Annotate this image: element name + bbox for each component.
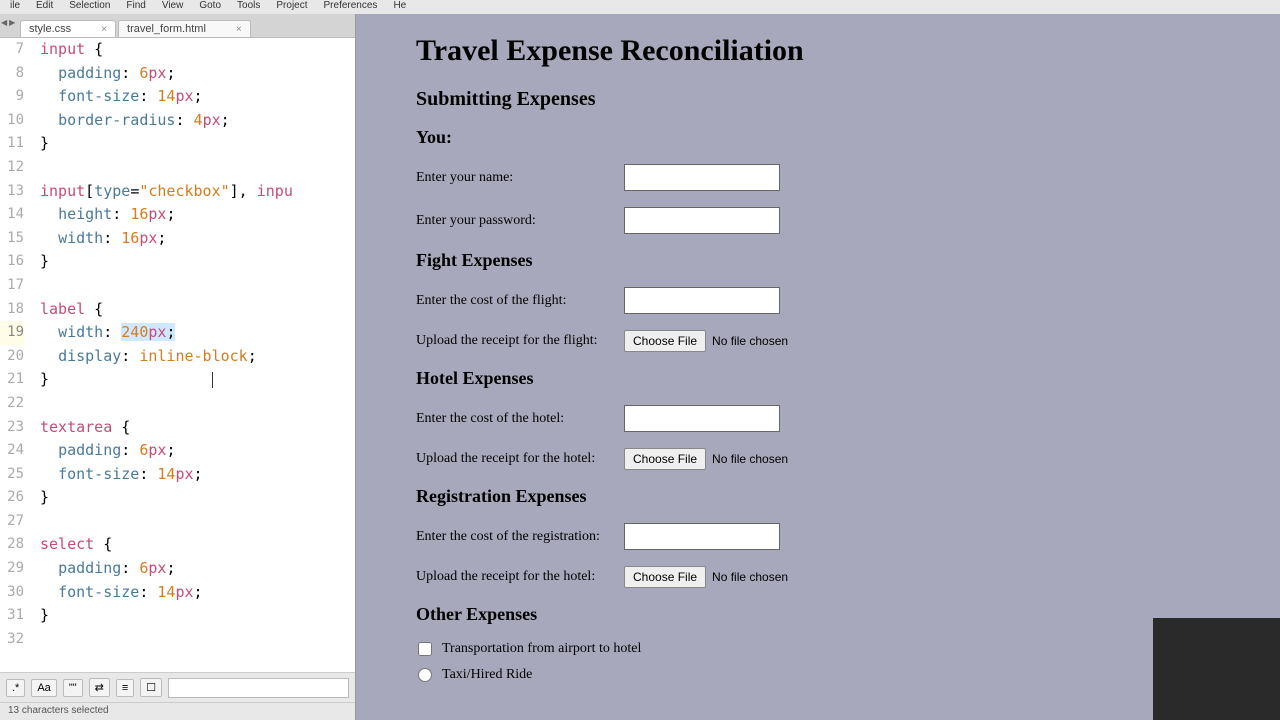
status-bar: 13 characters selected — [0, 702, 355, 720]
password-label: Enter your password: — [416, 213, 624, 229]
code-editor[interactable]: 7891011121314151617181920212223242526272… — [0, 38, 355, 672]
find-option-button[interactable]: .* — [6, 679, 25, 697]
tab-nav-arrows[interactable]: ◀▶ — [0, 18, 16, 27]
section-flight-heading: Fight Expenses — [416, 250, 1220, 271]
line-gutter: 7891011121314151617181920212223242526272… — [0, 38, 30, 651]
find-option-button[interactable]: "" — [63, 679, 83, 697]
hotel-choose-file-button[interactable]: Choose File — [624, 448, 706, 470]
menu-tools[interactable]: Tools — [229, 0, 268, 14]
flight-cost-label: Enter the cost of the flight: — [416, 293, 624, 309]
registration-cost-input[interactable] — [624, 523, 780, 550]
registration-choose-file-button[interactable]: Choose File — [624, 566, 706, 588]
page-title: Travel Expense Reconciliation — [416, 34, 1220, 68]
close-icon[interactable]: × — [101, 24, 107, 35]
menu-find[interactable]: Find — [118, 0, 153, 14]
menu-bar[interactable]: ileEditSelectionFindViewGotoToolsProject… — [0, 0, 1280, 14]
page-subtitle: Submitting Expenses — [416, 88, 1220, 111]
editor-panel: ◀▶ style.css × travel_form.html × 789101112… — [0, 0, 356, 720]
password-input[interactable] — [624, 207, 780, 234]
webcam-overlay — [1153, 618, 1280, 720]
find-bar: .* Aa "" ⇄ ≡ ☐ — [0, 672, 355, 702]
hotel-cost-label: Enter the cost of the hotel: — [416, 411, 624, 427]
find-input[interactable] — [168, 678, 349, 698]
code-content[interactable]: input { padding: 6px; font-size: 14px; b… — [40, 38, 355, 651]
registration-cost-label: Enter the cost of the registration: — [416, 529, 624, 545]
find-option-button[interactable]: ⇄ — [89, 678, 110, 697]
find-option-button[interactable]: Aa — [31, 679, 56, 697]
flight-choose-file-button[interactable]: Choose File — [624, 330, 706, 352]
hotel-upload-label: Upload the receipt for the hotel: — [416, 451, 624, 467]
taxi-label: Taxi/Hired Ride — [442, 667, 532, 683]
browser-preview: Travel Expense Reconciliation Submitting… — [356, 0, 1280, 720]
menu-preferences[interactable]: Preferences — [316, 0, 386, 14]
transportation-label: Transportation from airport to hotel — [442, 641, 641, 657]
tab-label: travel_form.html — [127, 23, 206, 35]
transportation-checkbox[interactable] — [418, 642, 432, 656]
find-option-button[interactable]: ≡ — [116, 679, 134, 697]
hotel-cost-input[interactable] — [624, 405, 780, 432]
tab-label: style.css — [29, 23, 71, 35]
section-you-heading: You: — [416, 127, 1220, 148]
menu-edit[interactable]: Edit — [28, 0, 61, 14]
tab-bar: ◀▶ style.css × travel_form.html × — [0, 14, 355, 38]
flight-file-status: No file chosen — [712, 334, 788, 348]
close-icon[interactable]: × — [236, 24, 242, 35]
tab-travel_form-html[interactable]: travel_form.html × — [118, 20, 251, 37]
flight-upload-label: Upload the receipt for the flight: — [416, 333, 624, 349]
menu-goto[interactable]: Goto — [191, 0, 229, 14]
section-hotel-heading: Hotel Expenses — [416, 368, 1220, 389]
menu-view[interactable]: View — [154, 0, 192, 14]
flight-cost-input[interactable] — [624, 287, 780, 314]
menu-project[interactable]: Project — [268, 0, 315, 14]
tab-style-css[interactable]: style.css × — [20, 20, 116, 37]
registration-upload-label: Upload the receipt for the hotel: — [416, 569, 624, 585]
menu-selection[interactable]: Selection — [61, 0, 118, 14]
taxi-radio[interactable] — [418, 668, 432, 682]
menu-he[interactable]: He — [385, 0, 414, 14]
menu-ile[interactable]: ile — [2, 0, 28, 14]
hotel-file-status: No file chosen — [712, 452, 788, 466]
section-other-heading: Other Expenses — [416, 604, 1220, 625]
section-registration-heading: Registration Expenses — [416, 486, 1220, 507]
registration-file-status: No file chosen — [712, 570, 788, 584]
find-option-button[interactable]: ☐ — [140, 678, 162, 697]
name-input[interactable] — [624, 164, 780, 191]
name-label: Enter your name: — [416, 170, 624, 186]
